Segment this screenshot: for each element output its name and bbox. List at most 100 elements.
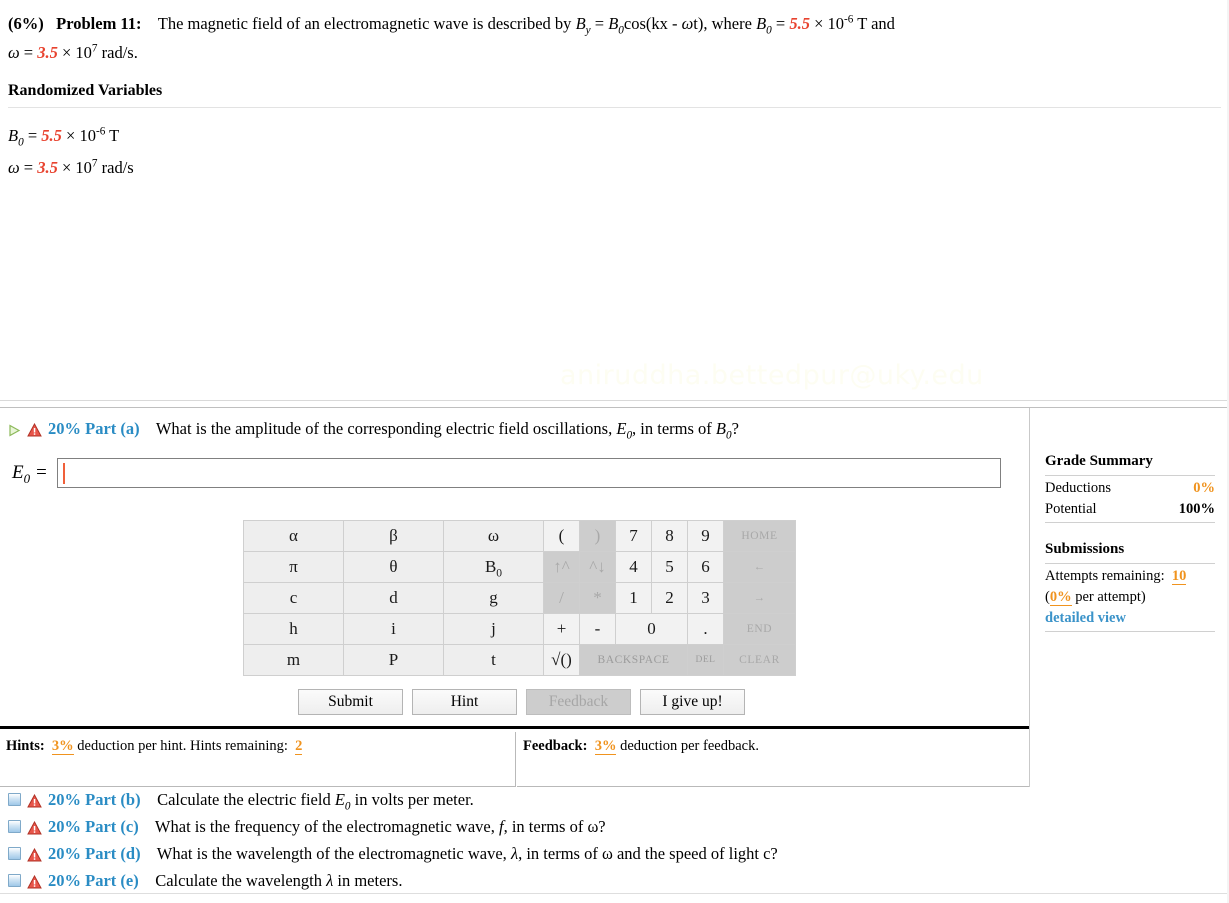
keypad-row: m P t √() BACKSPACE DEL CLEAR — [243, 644, 796, 676]
part-c-question: What is the frequency of the electromagn… — [154, 817, 606, 836]
key-backspace: BACKSPACE — [579, 644, 688, 676]
key-t[interactable]: t — [443, 644, 544, 676]
randomized-variable-row: ω = 3.5 × 107 rad/s — [8, 157, 134, 177]
part-c-header[interactable]: 20% Part (c) What is the frequency of th… — [8, 817, 1008, 837]
potential-label: Potential — [1045, 500, 1097, 517]
key-c[interactable]: c — [243, 582, 344, 614]
key-1[interactable]: 1 — [615, 582, 652, 614]
part-b-label: 20% Part (b) — [48, 790, 141, 809]
key-sqrt[interactable]: √() — [543, 644, 580, 676]
hint-button[interactable]: Hint — [412, 689, 517, 715]
problem-statement: (6%) Problem 11: The magnetic field of a… — [0, 0, 1229, 68]
key-6[interactable]: 6 — [687, 551, 724, 583]
key-close-paren: ) — [579, 520, 616, 552]
problem-weight: (6%) — [8, 14, 44, 33]
submit-button[interactable]: Submit — [298, 689, 403, 715]
part-a-header[interactable]: 20% Part (a) What is the amplitude of th… — [8, 419, 1008, 442]
key-0[interactable]: 0 — [615, 613, 688, 645]
warning-triangle-icon — [27, 874, 42, 889]
problem-text: The magnetic field of an electromagnetic… — [157, 13, 895, 37]
collapsed-part-icon[interactable] — [8, 847, 21, 860]
collapsed-part-icon[interactable] — [8, 874, 21, 887]
part-c-label: 20% Part (c) — [48, 817, 139, 836]
grade-divider — [1045, 474, 1215, 476]
key-pi[interactable]: π — [243, 551, 344, 583]
key-alpha[interactable]: α — [243, 520, 344, 552]
key-decimal[interactable]: . — [687, 613, 724, 645]
key-3[interactable]: 3 — [687, 582, 724, 614]
key-open-paren[interactable]: ( — [543, 520, 580, 552]
detailed-view-link[interactable]: detailed view — [1045, 608, 1215, 629]
warning-triangle-icon — [27, 847, 42, 862]
part-c-content: 20% Part (c) What is the frequency of th… — [48, 817, 606, 837]
bottom-divider — [0, 893, 1229, 894]
key-4[interactable]: 4 — [615, 551, 652, 583]
collapsed-part-icon[interactable] — [8, 793, 21, 806]
email-watermark: aniruddha.bettedpur@uky.edu — [560, 360, 984, 391]
key-end: END — [723, 613, 796, 645]
collapsed-parts-list: 20% Part (b) Calculate the electric fiel… — [8, 790, 1008, 898]
deductions-label: Deductions — [1045, 479, 1112, 496]
keypad-row: α β ω ( ) 7 8 9 HOME — [243, 520, 796, 552]
key-divide: / — [543, 582, 580, 614]
grade-divider — [1045, 630, 1215, 632]
randomized-value-omega-inline: 3.5 — [37, 42, 58, 62]
submissions-title: Submissions — [1045, 540, 1125, 557]
collapsed-part-icon[interactable] — [8, 820, 21, 833]
key-theta[interactable]: θ — [343, 551, 444, 583]
key-home: HOME — [723, 520, 796, 552]
action-buttons: Submit Hint Feedback I give up! — [298, 689, 745, 715]
part-d-header[interactable]: 20% Part (d) What is the wavelength of t… — [8, 844, 1008, 864]
part-b-header[interactable]: 20% Part (b) Calculate the electric fiel… — [8, 790, 1008, 812]
part-a-question: What is the amplitude of the correspondi… — [155, 419, 739, 442]
answer-input[interactable] — [56, 458, 1001, 488]
keypad-row: c d g / * 1 2 3 → — [243, 582, 796, 614]
key-7[interactable]: 7 — [615, 520, 652, 552]
expand-arrow-icon[interactable] — [8, 422, 21, 437]
randomized-variables-list: B0 = 5.5 × 10-6 T ω = 3.5 × 107 rad/s — [8, 120, 1229, 184]
key-g[interactable]: g — [443, 582, 544, 614]
grade-summary-title: Grade Summary — [1045, 453, 1153, 469]
deductions-value: 0% — [1193, 479, 1215, 496]
key-5[interactable]: 5 — [651, 551, 688, 583]
part-a-label: 20% Part (a) — [48, 419, 140, 438]
part-e-label: 20% Part (e) — [48, 871, 139, 890]
part-e-question: Calculate the wavelength λ in meters. — [155, 871, 403, 890]
per-attempt-text: per attempt) — [1071, 588, 1146, 605]
key-9[interactable]: 9 — [687, 520, 724, 552]
part-d-label: 20% Part (d) — [48, 844, 141, 863]
hints-title: Hints: — [6, 738, 45, 754]
part-d-question: What is the wavelength of the electromag… — [156, 844, 778, 863]
grade-row-potential: Potential 100% — [1045, 499, 1215, 520]
key-b0[interactable]: B0 — [443, 551, 544, 583]
key-plus[interactable]: + — [543, 613, 580, 645]
key-superscript-up: ↑^ — [543, 551, 580, 583]
key-h[interactable]: h — [243, 613, 344, 645]
randomized-variables-heading: Randomized Variables — [8, 81, 163, 99]
key-j[interactable]: j — [443, 613, 544, 645]
attempts-label: Attempts remaining: — [1045, 567, 1165, 584]
key-d[interactable]: d — [343, 582, 444, 614]
hints-remaining-count: 2 — [295, 738, 303, 755]
grade-spacer — [1045, 525, 1215, 539]
part-a-content: 20% Part (a) What is the amplitude of th… — [48, 419, 739, 442]
key-beta[interactable]: β — [343, 520, 444, 552]
attempts-remaining-row: Attempts remaining: 10 — [1045, 566, 1215, 587]
part-e-header[interactable]: 20% Part (e) Calculate the wavelength λ … — [8, 871, 1008, 891]
key-8[interactable]: 8 — [651, 520, 688, 552]
math-keypad[interactable]: α β ω ( ) 7 8 9 HOME π θ B0 ↑^ ^↓ 4 5 6 … — [243, 520, 796, 676]
key-arrow-right: → — [723, 582, 796, 614]
per-attempt-pct: 0% — [1049, 588, 1072, 606]
warning-triangle-icon — [27, 820, 42, 835]
key-m[interactable]: m — [243, 644, 344, 676]
key-P[interactable]: P — [343, 644, 444, 676]
feedback-title: Feedback: — [523, 738, 588, 754]
give-up-button[interactable]: I give up! — [640, 689, 745, 715]
answer-row: E0 = — [12, 458, 1001, 488]
key-omega[interactable]: ω — [443, 520, 544, 552]
keypad-row: h i j + - 0 . END — [243, 613, 796, 645]
key-i[interactable]: i — [343, 613, 444, 645]
key-minus[interactable]: - — [579, 613, 616, 645]
key-arrow-left: ← — [723, 551, 796, 583]
key-2[interactable]: 2 — [651, 582, 688, 614]
